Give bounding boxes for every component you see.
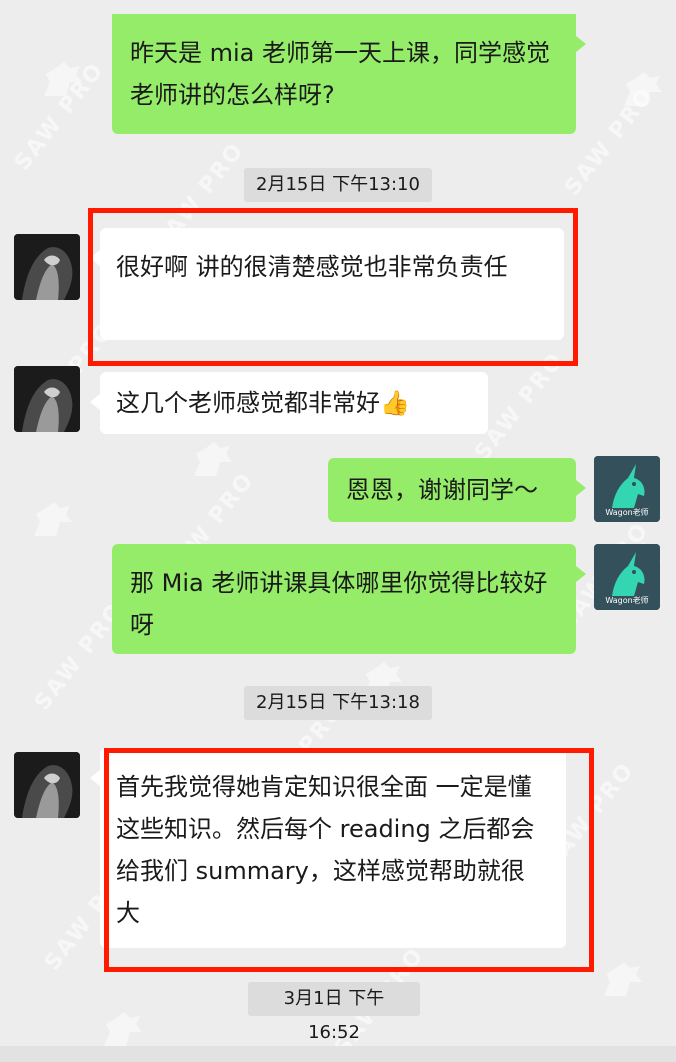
watermark-horse-icon: [624, 72, 662, 106]
thumbs-up-icon: 👍: [380, 389, 410, 417]
message-bubble-self[interactable]: 昨天是 mia 老师第一天上课，同学感觉老师讲的怎么样呀?: [112, 14, 586, 134]
self-avatar[interactable]: Wagon老师: [594, 544, 660, 610]
message-bubble-self[interactable]: 那 Mia 老师讲课具体哪里你觉得比较好呀: [112, 544, 586, 654]
bottom-edge: [0, 1046, 676, 1062]
message-bubble-other[interactable]: 很好啊 讲的很清楚感觉也非常负责任: [90, 228, 564, 340]
contact-avatar[interactable]: [14, 234, 80, 300]
watermark-horse-icon: [194, 442, 232, 476]
contact-avatar-image: [14, 366, 80, 432]
contact-avatar-image: [14, 234, 80, 300]
contact-avatar[interactable]: [14, 366, 80, 432]
avatar-label: Wagon老师: [605, 508, 649, 517]
timestamp: 2月15日 下午13:10: [244, 168, 432, 202]
timestamp: 2月15日 下午13:18: [244, 686, 432, 720]
watermark-horse-icon: [604, 962, 642, 996]
watermark-horse-icon: [34, 502, 72, 536]
watermark-text: SAW PRO: [10, 57, 110, 176]
message-bubble-self[interactable]: 恩恩，谢谢同学～: [328, 458, 586, 522]
contact-avatar-image: [14, 752, 80, 818]
watermark-horse-icon: [104, 1012, 142, 1046]
message-bubble-other[interactable]: 这几个老师感觉都非常好👍: [90, 372, 488, 434]
message-text: 首先我觉得她肯定知识很全面 一定是懂这些知识。然后每个 reading 之后都会…: [116, 773, 535, 927]
message-text: 很好啊 讲的很清楚感觉也非常负责任: [116, 253, 508, 281]
message-text: 恩恩，谢谢同学～: [346, 476, 538, 504]
chat-area[interactable]: SAW PRO SAW PRO SAW PRO SAW PRO SAW PRO …: [0, 0, 676, 1062]
watermark-horse-icon: [44, 62, 82, 96]
contact-avatar[interactable]: [14, 752, 80, 818]
self-avatar[interactable]: Wagon老师: [594, 456, 660, 522]
message-text: 这几个老师感觉都非常好: [116, 389, 380, 417]
message-text: 昨天是 mia 老师第一天上课，同学感觉老师讲的怎么样呀?: [130, 39, 551, 109]
message-bubble-other[interactable]: 首先我觉得她肯定知识很全面 一定是懂这些知识。然后每个 reading 之后都会…: [90, 748, 566, 948]
timestamp: 3月1日 下午16:52: [248, 982, 420, 1043]
message-text: 那 Mia 老师讲课具体哪里你觉得比较好呀: [130, 569, 548, 639]
avatar-label: Wagon老师: [605, 596, 649, 605]
